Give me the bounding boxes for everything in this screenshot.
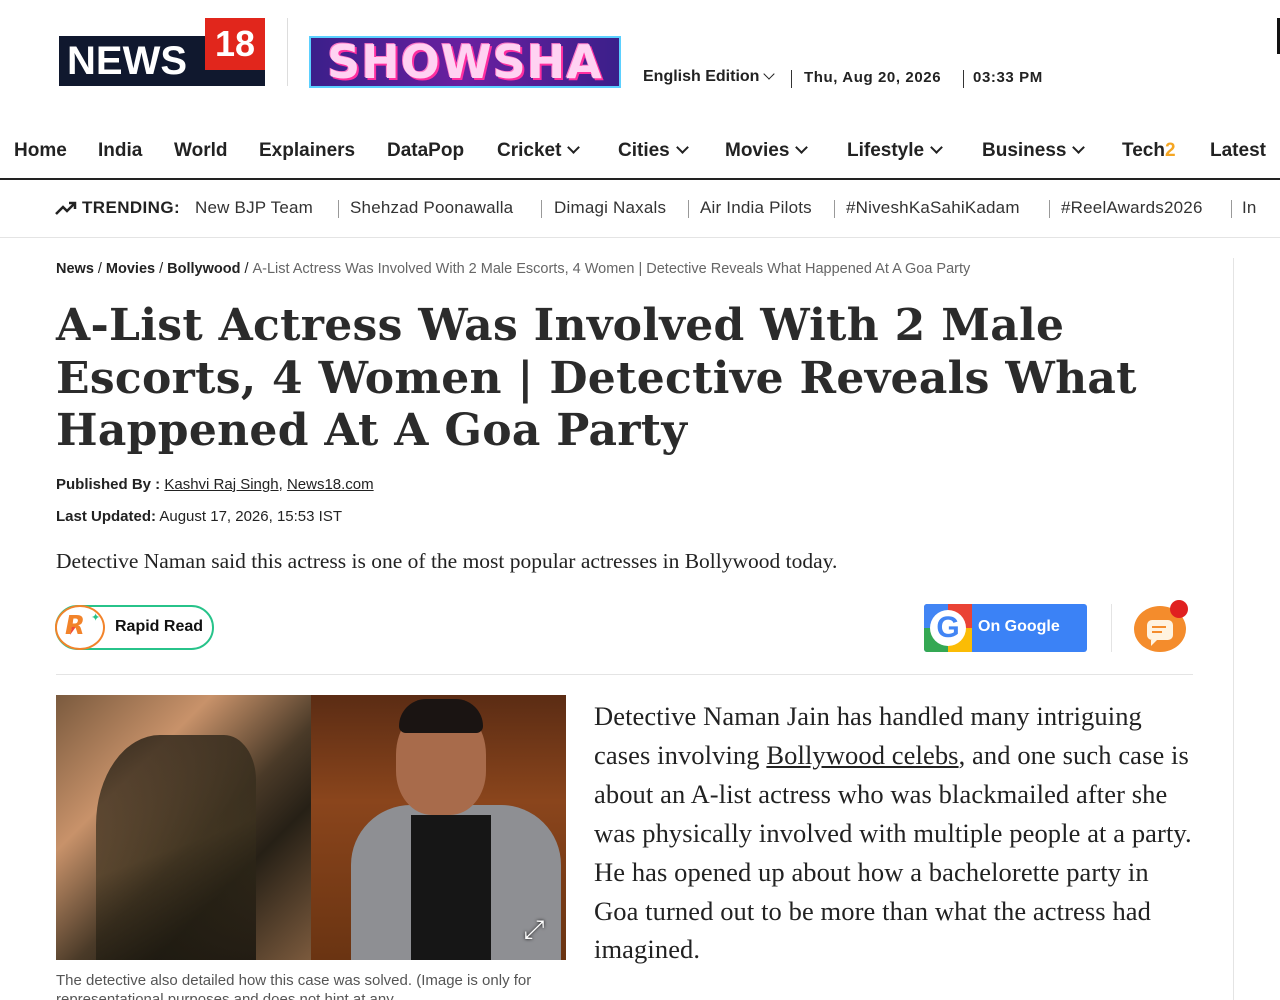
nav-item-cricket[interactable]: Cricket (497, 140, 581, 162)
trending-label: TRENDING: (82, 198, 181, 217)
logo-accent (205, 70, 265, 86)
trending-bar: TRENDING: New BJP Team Shehzad Poonawall… (0, 182, 1280, 238)
breadcrumb-separator: / (244, 261, 249, 277)
image-caption: The detective also detailed how this cas… (56, 972, 532, 1000)
chevron-down-icon (795, 141, 809, 154)
showsha-logo[interactable]: SHOWSHA (309, 36, 621, 88)
nav-item-explainers[interactable]: Explainers (259, 140, 355, 162)
nav-item-business[interactable]: Business (982, 140, 1086, 162)
article-summary: Detective Naman said this actress is one… (56, 549, 838, 573)
header-separator (963, 70, 964, 88)
logo-news-text: NEWS (59, 36, 205, 86)
edition-label: English Edition (643, 68, 760, 85)
trending-icon (55, 201, 77, 215)
image-saree-shape (96, 735, 256, 960)
nav-item-latest[interactable]: Latest (1210, 140, 1266, 162)
breadcrumb-separator: / (97, 261, 102, 277)
r-glyph-icon: R (65, 611, 86, 641)
breadcrumb-news[interactable]: News (56, 261, 94, 277)
chevron-down-icon (675, 141, 689, 154)
byline: Published By : Kashvi Raj Singh, News18.… (56, 476, 374, 493)
trending-item[interactable]: Air India Pilots (700, 198, 812, 218)
nav-item-datapop[interactable]: DataPop (387, 140, 464, 162)
article-image[interactable]: ⤢ (56, 695, 566, 960)
chevron-down-icon (930, 141, 943, 154)
current-date: Thu, Aug 20, 2026 (804, 69, 942, 86)
current-time: 03:33 PM (973, 69, 1043, 86)
updated-label: Last Updated: (56, 508, 157, 525)
comment-line (1152, 626, 1166, 628)
comment-bubble-icon (1147, 620, 1173, 646)
comment-line (1152, 631, 1162, 633)
header-separator (791, 70, 792, 88)
trending-item[interactable]: New BJP Team (195, 198, 313, 218)
updated-value: August 17, 2026, 15:53 IST (159, 508, 342, 525)
trending-separator (834, 200, 835, 218)
sparkle-icon: ✦ (91, 612, 101, 624)
sidebar-divider (1233, 258, 1234, 1000)
trending-item[interactable]: #NiveshKaSahiKadam (846, 198, 1020, 218)
chevron-down-icon (567, 141, 581, 154)
nav-item-tech2[interactable]: Tech2 (1122, 140, 1176, 162)
nav-item-cities[interactable]: Cities (618, 140, 689, 162)
nav-label: Tech (1122, 140, 1165, 161)
nav-item-india[interactable]: India (98, 140, 142, 162)
trending-item[interactable]: Dimagi Naxals (554, 198, 666, 218)
breadcrumb-bollywood[interactable]: Bollywood (167, 261, 240, 277)
logo-eighteen-text: 18 (205, 18, 265, 70)
trending-item[interactable]: In (1242, 198, 1257, 218)
trending-separator (1049, 200, 1050, 218)
on-google-label: On Google (978, 618, 1060, 635)
news18-logo[interactable]: NEWS 18 (59, 18, 265, 86)
trending-item[interactable]: Shehzad Poonawalla (350, 198, 513, 218)
action-separator (1111, 604, 1112, 652)
article-body: Detective Naman Jain has handled many in… (594, 697, 1194, 969)
edition-selector[interactable]: English Edition (643, 68, 776, 86)
nav-item-world[interactable]: World (174, 140, 227, 162)
main-nav: Home India World Explainers DataPop Cric… (0, 126, 1280, 180)
rapid-read-button[interactable]: R ✦ Rapid Read (55, 605, 214, 650)
breadcrumb: News / Movies / Bollywood / A-List Actress Was… (56, 261, 970, 277)
breadcrumb-current: A-List Actress Was Involved With 2 Male … (252, 261, 971, 277)
notification-dot (1170, 600, 1188, 618)
author-link[interactable]: Kashvi Raj Singh (164, 476, 278, 493)
nav-label: Cities (618, 140, 670, 161)
nav-item-home[interactable]: Home (14, 140, 67, 162)
nav-item-lifestyle[interactable]: Lifestyle (847, 140, 943, 162)
expand-icon[interactable]: ⤢ (516, 911, 552, 947)
nav-label: Cricket (497, 140, 562, 161)
google-g-glyph: G (930, 610, 966, 646)
trending-separator (1231, 200, 1232, 218)
bollywood-celebs-link[interactable]: Bollywood celebs (766, 740, 958, 770)
on-google-button[interactable]: G On Google (924, 604, 1087, 652)
rapid-read-label: Rapid Read (115, 618, 204, 635)
nav-label: Business (982, 140, 1067, 161)
nav-label: Movies (725, 140, 790, 161)
trending-separator (338, 200, 339, 218)
chevron-down-icon (763, 68, 776, 80)
breadcrumb-separator: / (159, 261, 164, 277)
article-headline: A-List Actress Was Involved With 2 Male … (56, 300, 1137, 456)
last-updated: Last Updated: August 17, 2026, 15:53 IST (56, 508, 342, 525)
trending-separator (541, 200, 542, 218)
image-person-shirt (411, 815, 491, 960)
trending-separator (688, 200, 689, 218)
image-left-panel (56, 695, 311, 960)
google-icon: G (924, 604, 972, 652)
trending-item[interactable]: #ReelAwards2026 (1061, 198, 1203, 218)
nav-label: Lifestyle (847, 140, 925, 161)
outlet-link[interactable]: News18.com (287, 476, 374, 493)
comment-button[interactable] (1134, 600, 1188, 652)
nav-item-movies[interactable]: Movies (725, 140, 809, 162)
body-text-rest: , and one such case is about an A-list a… (594, 739, 1192, 965)
image-person-hair (399, 699, 483, 733)
site-header: NEWS 18 SHOWSHA English Edition Thu, Aug… (0, 0, 1280, 120)
published-label: Published By : (56, 476, 161, 493)
content-divider (56, 674, 1193, 675)
rapid-read-icon: R ✦ (55, 605, 105, 650)
tech-suffix: 2 (1164, 140, 1176, 161)
chevron-down-icon (1072, 141, 1086, 154)
breadcrumb-movies[interactable]: Movies (106, 261, 155, 277)
header-divider (287, 18, 288, 86)
